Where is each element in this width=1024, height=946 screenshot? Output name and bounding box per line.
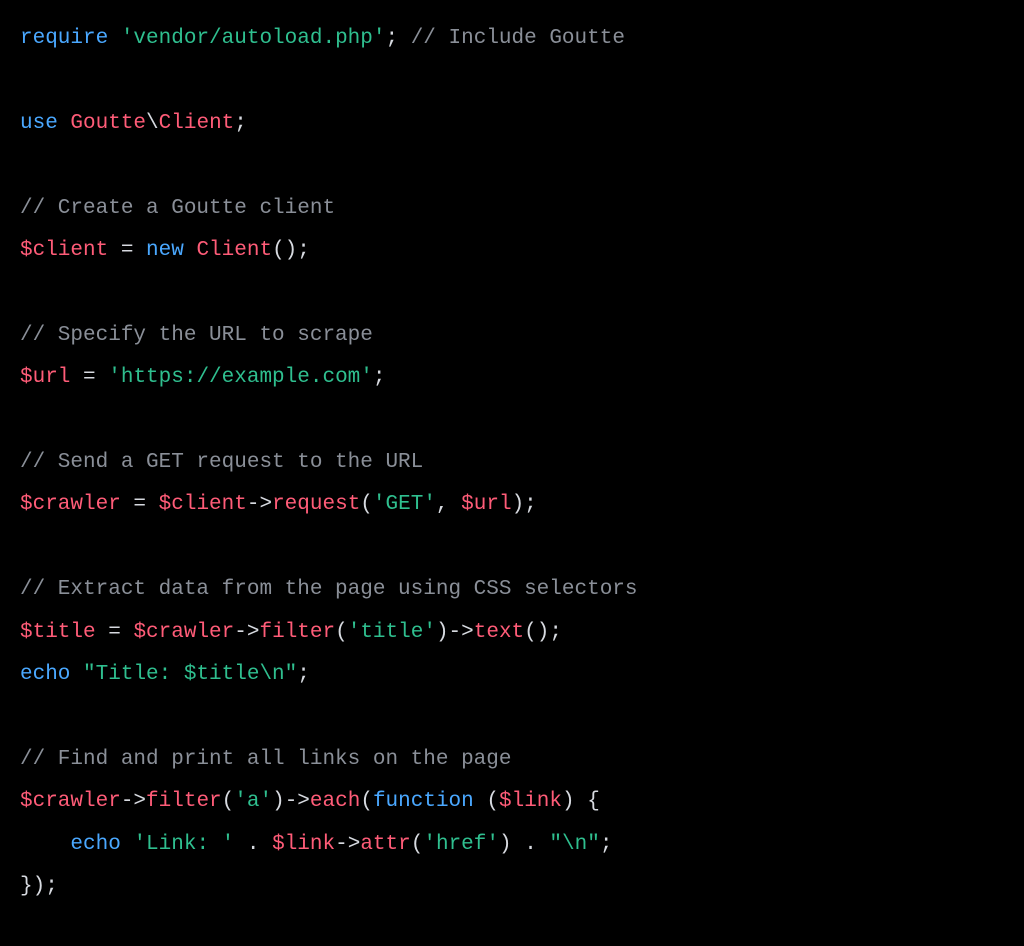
code-token: ; [373, 366, 386, 389]
code-token: -> [335, 833, 360, 856]
code-token: ) { [562, 790, 600, 813]
code-token: )-> [436, 621, 474, 644]
code-token: = [121, 493, 159, 516]
code-token: echo [20, 663, 70, 686]
code-token: Client [196, 239, 272, 262]
code-token: // Find and print all links on the page [20, 748, 511, 771]
code-token: // Send a GET request to the URL [20, 451, 423, 474]
code-token: }); [20, 875, 58, 898]
code-block: require 'vendor/autoload.php'; // Includ… [0, 0, 1024, 929]
code-token: )-> [272, 790, 310, 813]
code-token: "\n" [549, 833, 599, 856]
code-token: (); [524, 621, 562, 644]
code-token: echo [70, 833, 120, 856]
code-token [58, 112, 71, 135]
code-token [70, 663, 83, 686]
code-token: 'Link: ' [133, 833, 234, 856]
code-token: request [272, 493, 360, 516]
code-token: \ [146, 112, 159, 135]
code-token: . [234, 833, 272, 856]
code-token: $crawler [20, 493, 121, 516]
code-line: echo "Title: $title\n"; [20, 663, 310, 686]
code-token: Goutte [70, 112, 146, 135]
code-line: $url = 'https://example.com'; [20, 366, 386, 389]
code-line: $crawler->filter('a')->each(function ($l… [20, 790, 600, 813]
code-line: // Find and print all links on the page [20, 748, 511, 771]
code-line: $title = $crawler->filter('title')->text… [20, 621, 562, 644]
code-line: $crawler = $client->request('GET', $url)… [20, 493, 537, 516]
code-token: ); [512, 493, 537, 516]
code-line: // Specify the URL to scrape [20, 324, 373, 347]
code-token: // Create a Goutte client [20, 197, 335, 220]
code-token: $url [20, 366, 70, 389]
code-token: 'href' [423, 833, 499, 856]
code-line: // Extract data from the page using CSS … [20, 578, 638, 601]
code-token: $crawler [133, 621, 234, 644]
code-token: filter [259, 621, 335, 644]
code-token: $crawler [20, 790, 121, 813]
code-token [108, 27, 121, 50]
code-token: = [96, 621, 134, 644]
code-token: ( [335, 621, 348, 644]
code-token: = [108, 239, 146, 262]
code-token: ( [411, 833, 424, 856]
code-line: use Goutte\Client; [20, 112, 247, 135]
code-token: ( [360, 790, 373, 813]
code-token: ; [297, 663, 310, 686]
code-token: ( [360, 493, 373, 516]
code-token: new [146, 239, 184, 262]
code-token: filter [146, 790, 222, 813]
code-token: ( [474, 790, 499, 813]
code-token: 'a' [234, 790, 272, 813]
code-line: $client = new Client(); [20, 239, 310, 262]
code-token: each [310, 790, 360, 813]
code-line: }); [20, 875, 58, 898]
code-token [184, 239, 197, 262]
code-token: , [436, 493, 461, 516]
code-token: function [373, 790, 474, 813]
code-token: ; [385, 27, 398, 50]
code-token: (); [272, 239, 310, 262]
code-token: = [70, 366, 108, 389]
code-line: require 'vendor/autoload.php'; // Includ… [20, 27, 625, 50]
code-token: "Title: $title\n" [83, 663, 297, 686]
code-token: -> [121, 790, 146, 813]
code-token: -> [234, 621, 259, 644]
code-token: attr [360, 833, 410, 856]
code-token: use [20, 112, 58, 135]
code-token: 'https://example.com' [108, 366, 373, 389]
code-line: // Send a GET request to the URL [20, 451, 423, 474]
code-token [398, 27, 411, 50]
code-token: // Specify the URL to scrape [20, 324, 373, 347]
code-token: // Include Goutte [411, 27, 625, 50]
code-token: 'GET' [373, 493, 436, 516]
code-token: $link [272, 833, 335, 856]
code-token: 'title' [348, 621, 436, 644]
code-token [121, 833, 134, 856]
code-token: $client [159, 493, 247, 516]
code-token: $client [20, 239, 108, 262]
code-token: ; [234, 112, 247, 135]
code-token: $title [20, 621, 96, 644]
code-token: require [20, 27, 108, 50]
code-token: ) . [499, 833, 549, 856]
code-token: 'vendor/autoload.php' [121, 27, 386, 50]
code-token: $url [461, 493, 511, 516]
code-token: Client [159, 112, 235, 135]
code-token: ; [600, 833, 613, 856]
code-token: // Extract data from the page using CSS … [20, 578, 638, 601]
code-token [20, 833, 70, 856]
code-line: // Create a Goutte client [20, 197, 335, 220]
code-token: text [474, 621, 524, 644]
code-token: ( [222, 790, 235, 813]
code-line: echo 'Link: ' . $link->attr('href') . "\… [20, 833, 612, 856]
code-token: $link [499, 790, 562, 813]
code-token: -> [247, 493, 272, 516]
